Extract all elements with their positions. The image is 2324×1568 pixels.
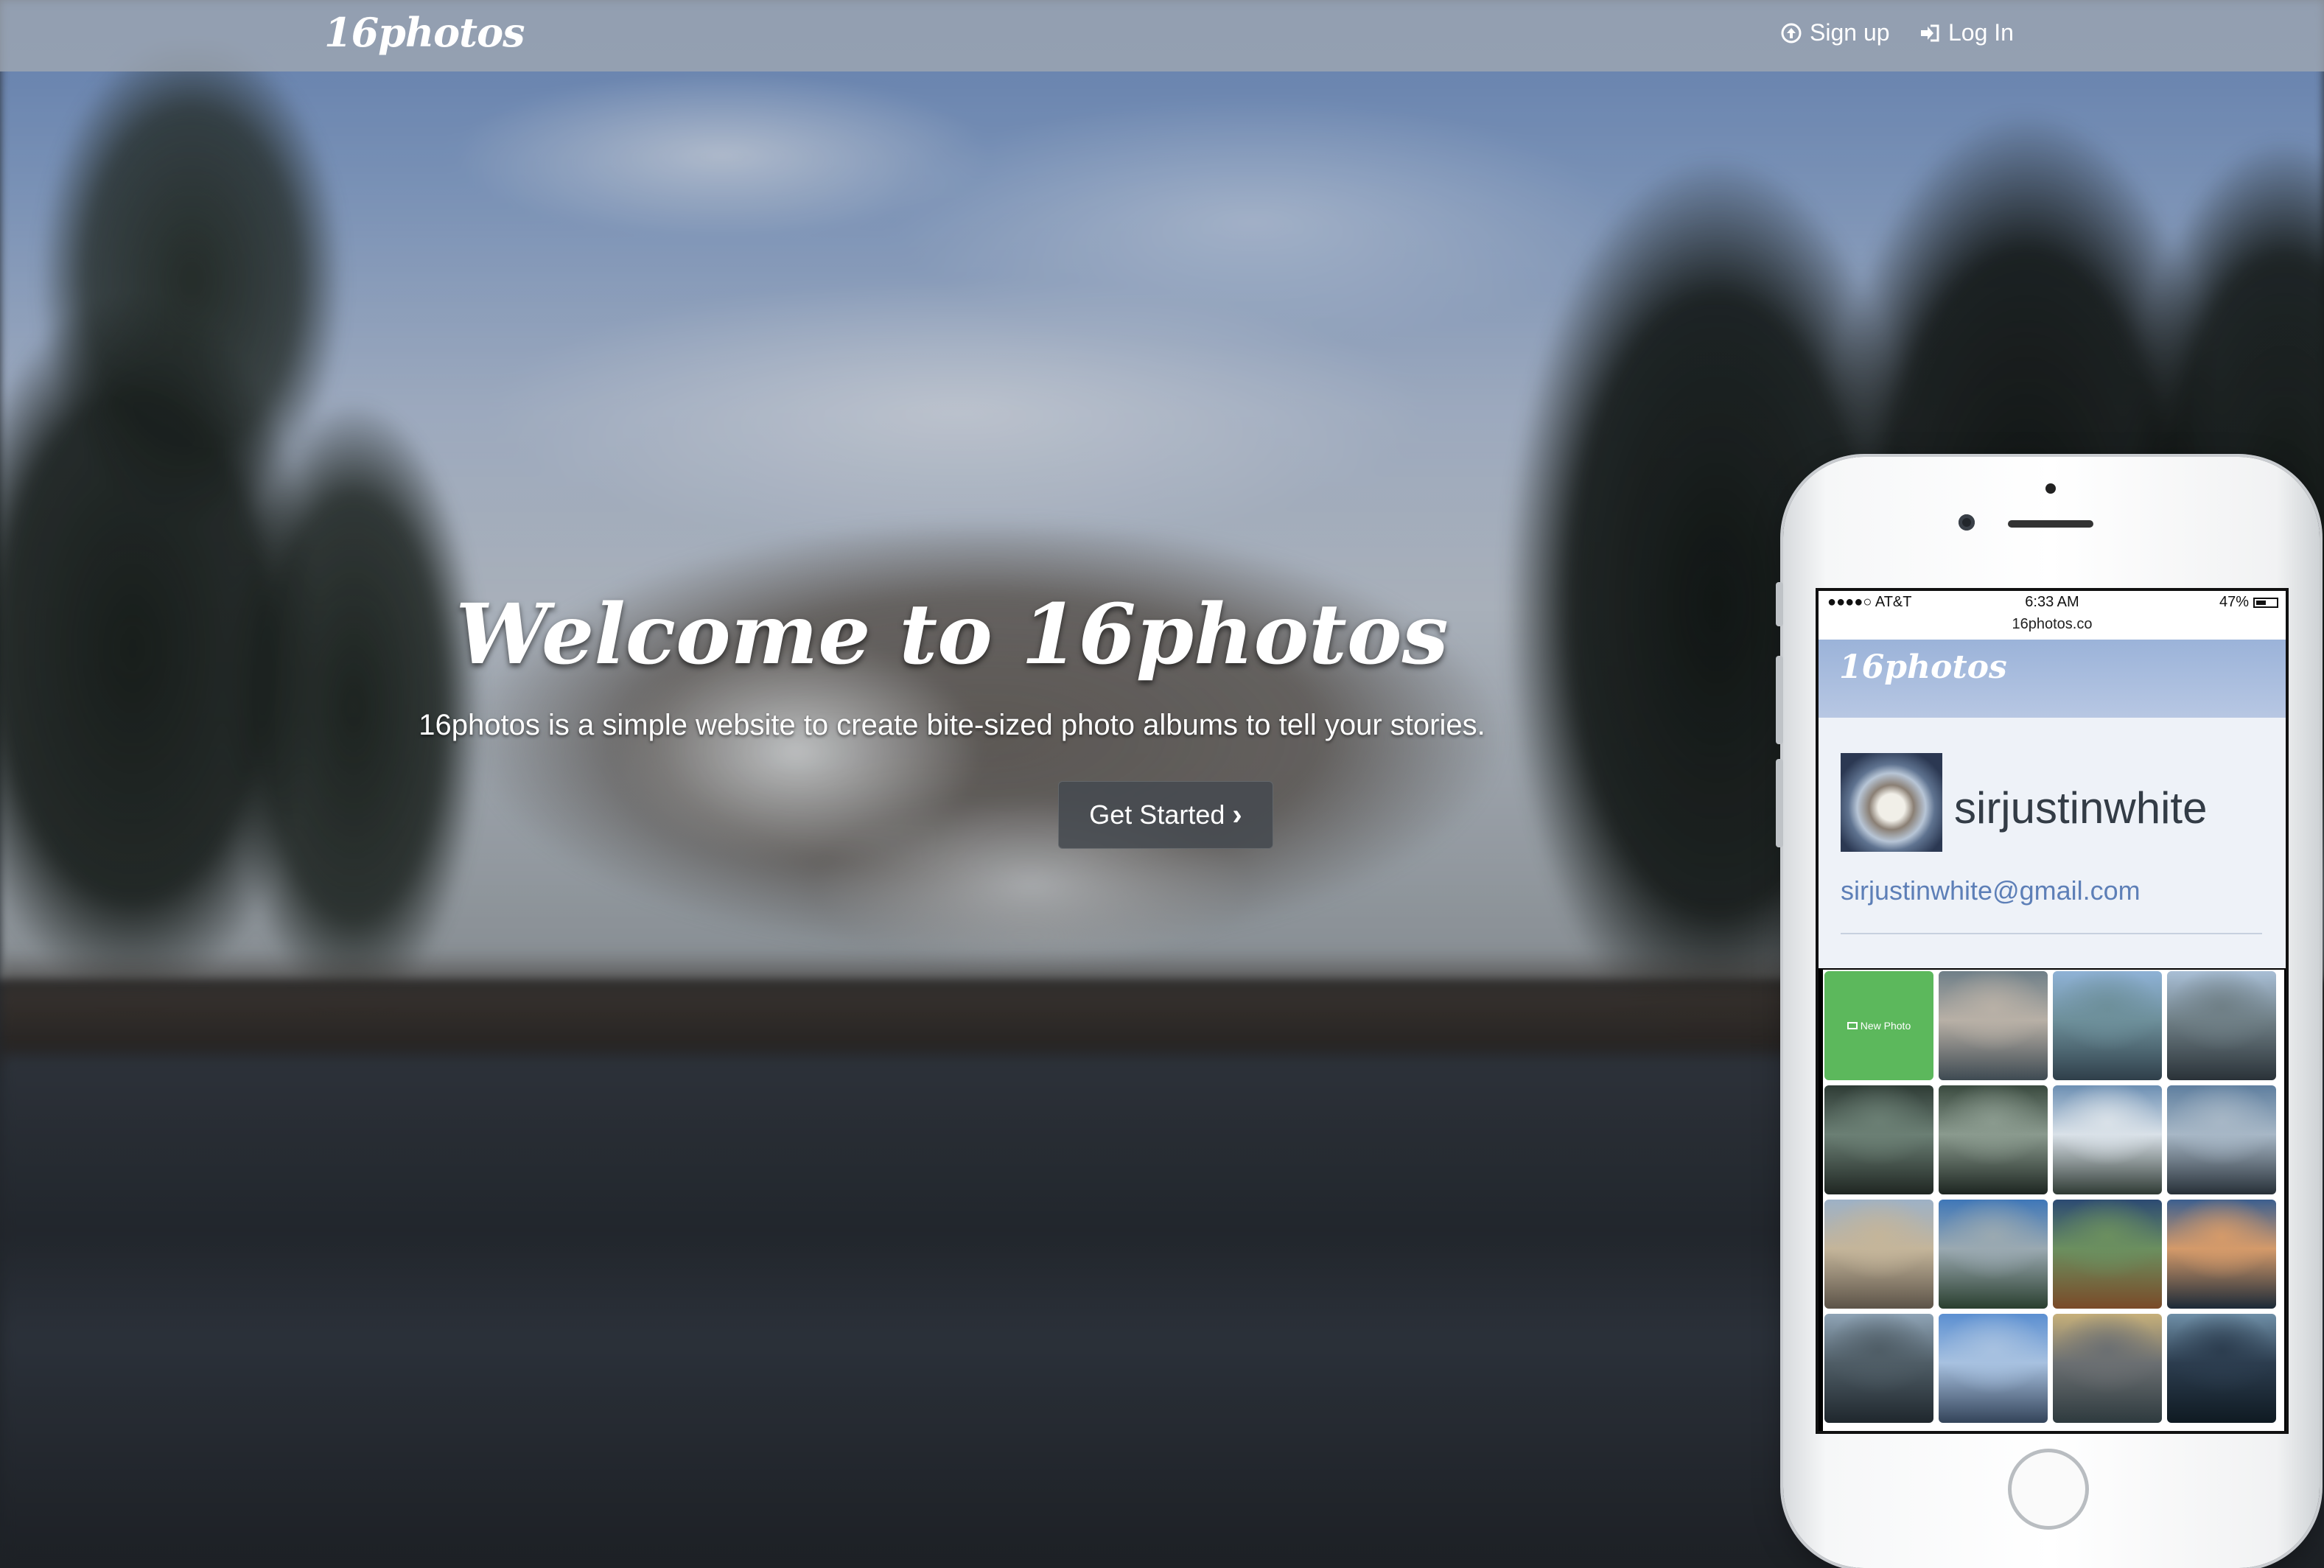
browser-url: 16photos.co [1819, 613, 2286, 640]
photo-tile[interactable] [1824, 1200, 1933, 1309]
battery-icon [2253, 597, 2278, 608]
get-started-button[interactable]: Get Started › [1058, 781, 1273, 849]
image-icon [1847, 1022, 1858, 1029]
photo-tile[interactable] [1824, 1314, 1933, 1423]
photo-tile[interactable] [2167, 1314, 2276, 1423]
arrow-circle-up-icon [1780, 22, 1802, 44]
get-started-label: Get Started [1089, 799, 1225, 830]
new-photo-label: New Photo [1860, 1020, 1911, 1032]
photo-grid: New Photo [1823, 970, 2284, 1431]
phone-sensor [2045, 483, 2056, 494]
photo-tile[interactable] [2167, 1200, 2276, 1309]
signup-label: Sign up [1810, 19, 1890, 46]
app-navbar: 16photos [1819, 640, 2286, 718]
status-time: 6:33 AM [2025, 594, 2079, 610]
phone-volume-up [1776, 656, 1783, 744]
photo-tile[interactable] [2167, 971, 2276, 1080]
top-navbar: 16photos Sign up Log In [0, 0, 2324, 71]
phone-mockup: ●●●●○ AT&T 6:33 AM 47% 16photos.co 16pho… [1776, 457, 2320, 1568]
login-label: Log In [1948, 19, 2014, 46]
signup-link[interactable]: Sign up [1780, 19, 1890, 46]
username: sirjustinwhite [1954, 783, 2208, 833]
phone-volume-down [1776, 759, 1783, 847]
photo-tile[interactable] [2053, 1200, 2162, 1309]
phone-mute-switch [1776, 582, 1783, 626]
brand-logo[interactable]: 16photos [324, 9, 525, 56]
app-brand-logo[interactable]: 16photos [1839, 648, 2007, 686]
photo-tile[interactable] [2053, 971, 2162, 1080]
status-bar: ●●●●○ AT&T 6:33 AM 47% [1819, 591, 2286, 613]
photo-tile[interactable] [2053, 1085, 2162, 1194]
photo-tile[interactable] [1939, 1314, 2048, 1423]
photo-tile[interactable] [2167, 1085, 2276, 1194]
phone-earpiece [2008, 520, 2093, 528]
sign-in-icon [1919, 22, 1941, 44]
photo-tile[interactable] [1824, 1085, 1933, 1194]
profile-header: sirjustinwhite sirjustinwhite@gmail.com [1819, 718, 2286, 968]
avatar[interactable] [1841, 753, 1942, 852]
user-email: sirjustinwhite@gmail.com [1841, 875, 2141, 906]
photo-tile[interactable] [1939, 1200, 2048, 1309]
new-photo-button[interactable]: New Photo [1824, 971, 1933, 1080]
login-link[interactable]: Log In [1919, 19, 2014, 46]
photo-tile[interactable] [1939, 1085, 2048, 1194]
status-battery-percent: 47% [2219, 594, 2249, 610]
phone-camera [1959, 514, 1975, 531]
status-right: 47% [2219, 594, 2278, 611]
profile-divider [1841, 933, 2262, 934]
photo-tile[interactable] [2053, 1314, 2162, 1423]
phone-screen: ●●●●○ AT&T 6:33 AM 47% 16photos.co 16pho… [1816, 588, 2289, 1434]
photo-tile[interactable] [1939, 971, 2048, 1080]
chevron-right-icon: › [1232, 799, 1242, 831]
home-button[interactable] [2008, 1449, 2089, 1530]
